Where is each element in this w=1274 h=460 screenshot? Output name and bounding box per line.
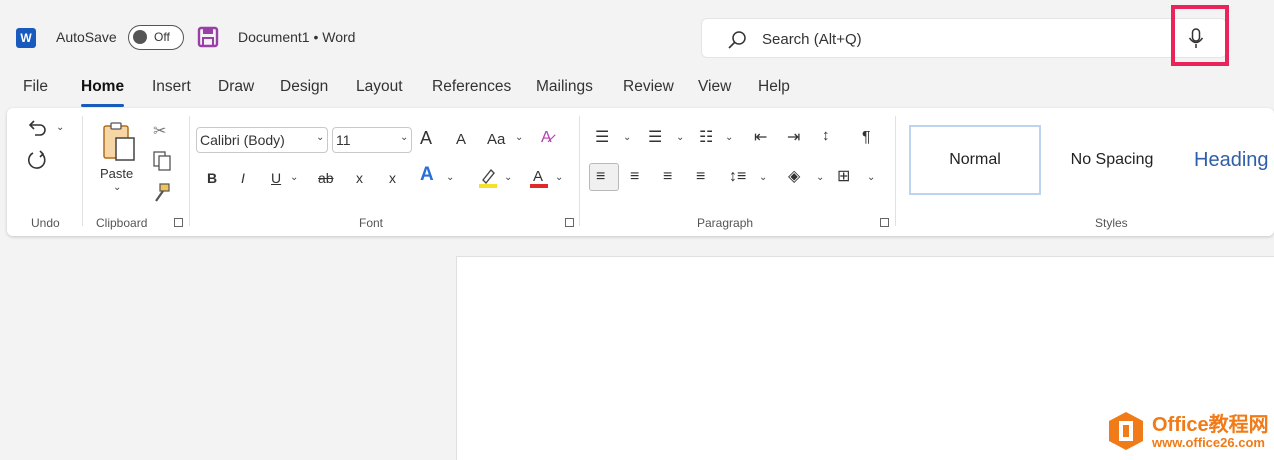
tab-mailings[interactable]: Mailings	[536, 78, 593, 96]
save-icon[interactable]	[197, 26, 219, 48]
superscript-icon[interactable]: x	[389, 168, 396, 188]
borders-chevron-icon[interactable]: ⌄	[867, 172, 875, 183]
subscript-icon[interactable]: x	[356, 168, 363, 188]
tab-draw[interactable]: Draw	[218, 78, 254, 96]
search-placeholder: Search (Alt+Q)	[762, 31, 862, 48]
font-launcher-icon[interactable]	[565, 218, 574, 227]
bold-icon[interactable]: B	[207, 168, 217, 188]
sort-icon[interactable]: ↕	[822, 126, 830, 146]
word-app-icon: W	[16, 28, 36, 48]
group-label-undo: Undo	[31, 216, 60, 230]
group-label-font: Font	[359, 216, 384, 230]
numbering-chevron-icon[interactable]: ⌄	[676, 132, 684, 143]
toggle-knob	[133, 30, 147, 44]
search-box[interactable]: Search (Alt+Q)	[701, 18, 1227, 58]
multilevel-chevron-icon[interactable]: ⌄	[725, 132, 733, 143]
line-spacing-chevron-icon[interactable]: ⌄	[759, 172, 767, 183]
tab-insert[interactable]: Insert	[152, 78, 191, 96]
highlight-icon[interactable]	[477, 166, 499, 188]
tab-review[interactable]: Review	[623, 78, 674, 96]
redo-icon[interactable]	[25, 148, 49, 172]
highlight-chevron-icon[interactable]: ⌄	[504, 172, 512, 183]
paragraph-launcher-icon[interactable]	[880, 218, 889, 227]
shading-icon[interactable]: ◈	[788, 167, 800, 187]
tab-help[interactable]: Help	[758, 78, 790, 96]
font-name-value: Calibri (Body)	[200, 132, 285, 148]
shrink-font-icon[interactable]: A	[456, 130, 466, 150]
tab-design[interactable]: Design	[280, 78, 328, 96]
style-heading-1[interactable]: Heading 1	[1194, 125, 1274, 195]
tab-file[interactable]: File	[23, 78, 48, 96]
autosave-label: AutoSave	[56, 29, 117, 45]
font-size-value: 11	[336, 132, 351, 148]
search-icon	[728, 31, 746, 49]
numbering-icon[interactable]: ☰	[648, 128, 662, 148]
group-divider	[189, 116, 190, 226]
tab-home[interactable]: Home	[81, 78, 125, 107]
clipboard-launcher-icon[interactable]	[174, 218, 183, 227]
tab-references[interactable]: References	[432, 78, 511, 96]
group-label-styles: Styles	[1095, 216, 1128, 230]
show-formatting-icon[interactable]: ¶	[862, 128, 871, 148]
tab-view[interactable]: View	[698, 78, 731, 96]
watermark-url: www.office26.com	[1152, 435, 1265, 450]
document-title: Document1 • Word	[238, 29, 356, 45]
align-center-icon[interactable]: ≡	[630, 167, 639, 187]
autosave-state: Off	[154, 30, 170, 44]
undo-dropdown-chevron-icon[interactable]: ⌄	[56, 122, 64, 133]
font-color-chevron-icon[interactable]: ⌄	[555, 172, 563, 183]
bullets-chevron-icon[interactable]: ⌄	[623, 132, 631, 143]
align-right-icon[interactable]: ≡	[663, 167, 672, 187]
borders-icon[interactable]: ⊞	[837, 167, 850, 187]
undo-icon[interactable]	[25, 116, 49, 140]
group-divider	[579, 116, 580, 226]
group-divider	[895, 116, 896, 226]
cut-icon[interactable]: ✂	[153, 122, 166, 142]
text-effects-icon[interactable]: A	[420, 165, 434, 185]
font-color-icon[interactable]: A	[528, 166, 550, 188]
increase-indent-icon[interactable]: ⇥	[787, 128, 800, 148]
style-normal[interactable]: Normal	[909, 125, 1041, 195]
watermark: Office教程网 www.office26.com	[1108, 405, 1274, 457]
font-size-chevron-icon[interactable]: ⌄	[400, 132, 408, 143]
svg-text:A: A	[533, 168, 543, 185]
grow-font-icon[interactable]: A	[420, 128, 432, 148]
watermark-title: Office教程网	[1152, 414, 1269, 436]
format-painter-icon[interactable]	[151, 182, 173, 204]
change-case-icon[interactable]: Aa	[487, 130, 505, 150]
italic-icon[interactable]: I	[241, 168, 245, 188]
multilevel-list-icon[interactable]: ☷	[699, 128, 713, 148]
office-logo-icon	[1109, 412, 1143, 450]
group-label-paragraph: Paragraph	[697, 216, 754, 230]
bullets-icon[interactable]: ☰	[595, 128, 609, 148]
paste-icon[interactable]	[101, 120, 137, 162]
style-no-spacing[interactable]: No Spacing	[1047, 125, 1177, 195]
paste-label[interactable]: Paste	[100, 164, 133, 184]
line-spacing-icon[interactable]: ↕≡	[729, 167, 746, 187]
underline-chevron-icon[interactable]: ⌄	[290, 172, 298, 183]
tab-layout[interactable]: Layout	[356, 78, 403, 96]
clear-formatting-icon[interactable]: A̷	[541, 128, 552, 148]
font-name-dropdown[interactable]: Calibri (Body)	[196, 127, 328, 153]
group-label-clipboard: Clipboard	[96, 216, 148, 230]
decrease-indent-icon[interactable]: ⇤	[754, 128, 767, 148]
ribbon-home: ⌄ Undo Paste ⌄ ✂ Clipboard Calibri (Body…	[7, 108, 1274, 236]
shading-chevron-icon[interactable]: ⌄	[816, 172, 824, 183]
underline-icon[interactable]: U	[271, 168, 281, 188]
microphone-icon[interactable]	[1186, 27, 1206, 51]
paste-dropdown-chevron-icon[interactable]: ⌄	[113, 182, 121, 193]
text-effects-chevron-icon[interactable]: ⌄	[446, 172, 454, 183]
strikethrough-icon[interactable]: ab	[318, 168, 334, 188]
copy-icon[interactable]	[151, 150, 173, 172]
justify-icon[interactable]: ≡	[696, 167, 705, 187]
autosave-toggle[interactable]: Off	[128, 25, 184, 50]
change-case-chevron-icon[interactable]: ⌄	[515, 132, 523, 143]
group-divider	[82, 116, 83, 226]
title-bar: W AutoSave Off Document1 • Word Search (…	[0, 0, 1274, 70]
font-name-chevron-icon[interactable]: ⌄	[316, 132, 324, 143]
align-left-icon: ≡	[596, 168, 606, 185]
